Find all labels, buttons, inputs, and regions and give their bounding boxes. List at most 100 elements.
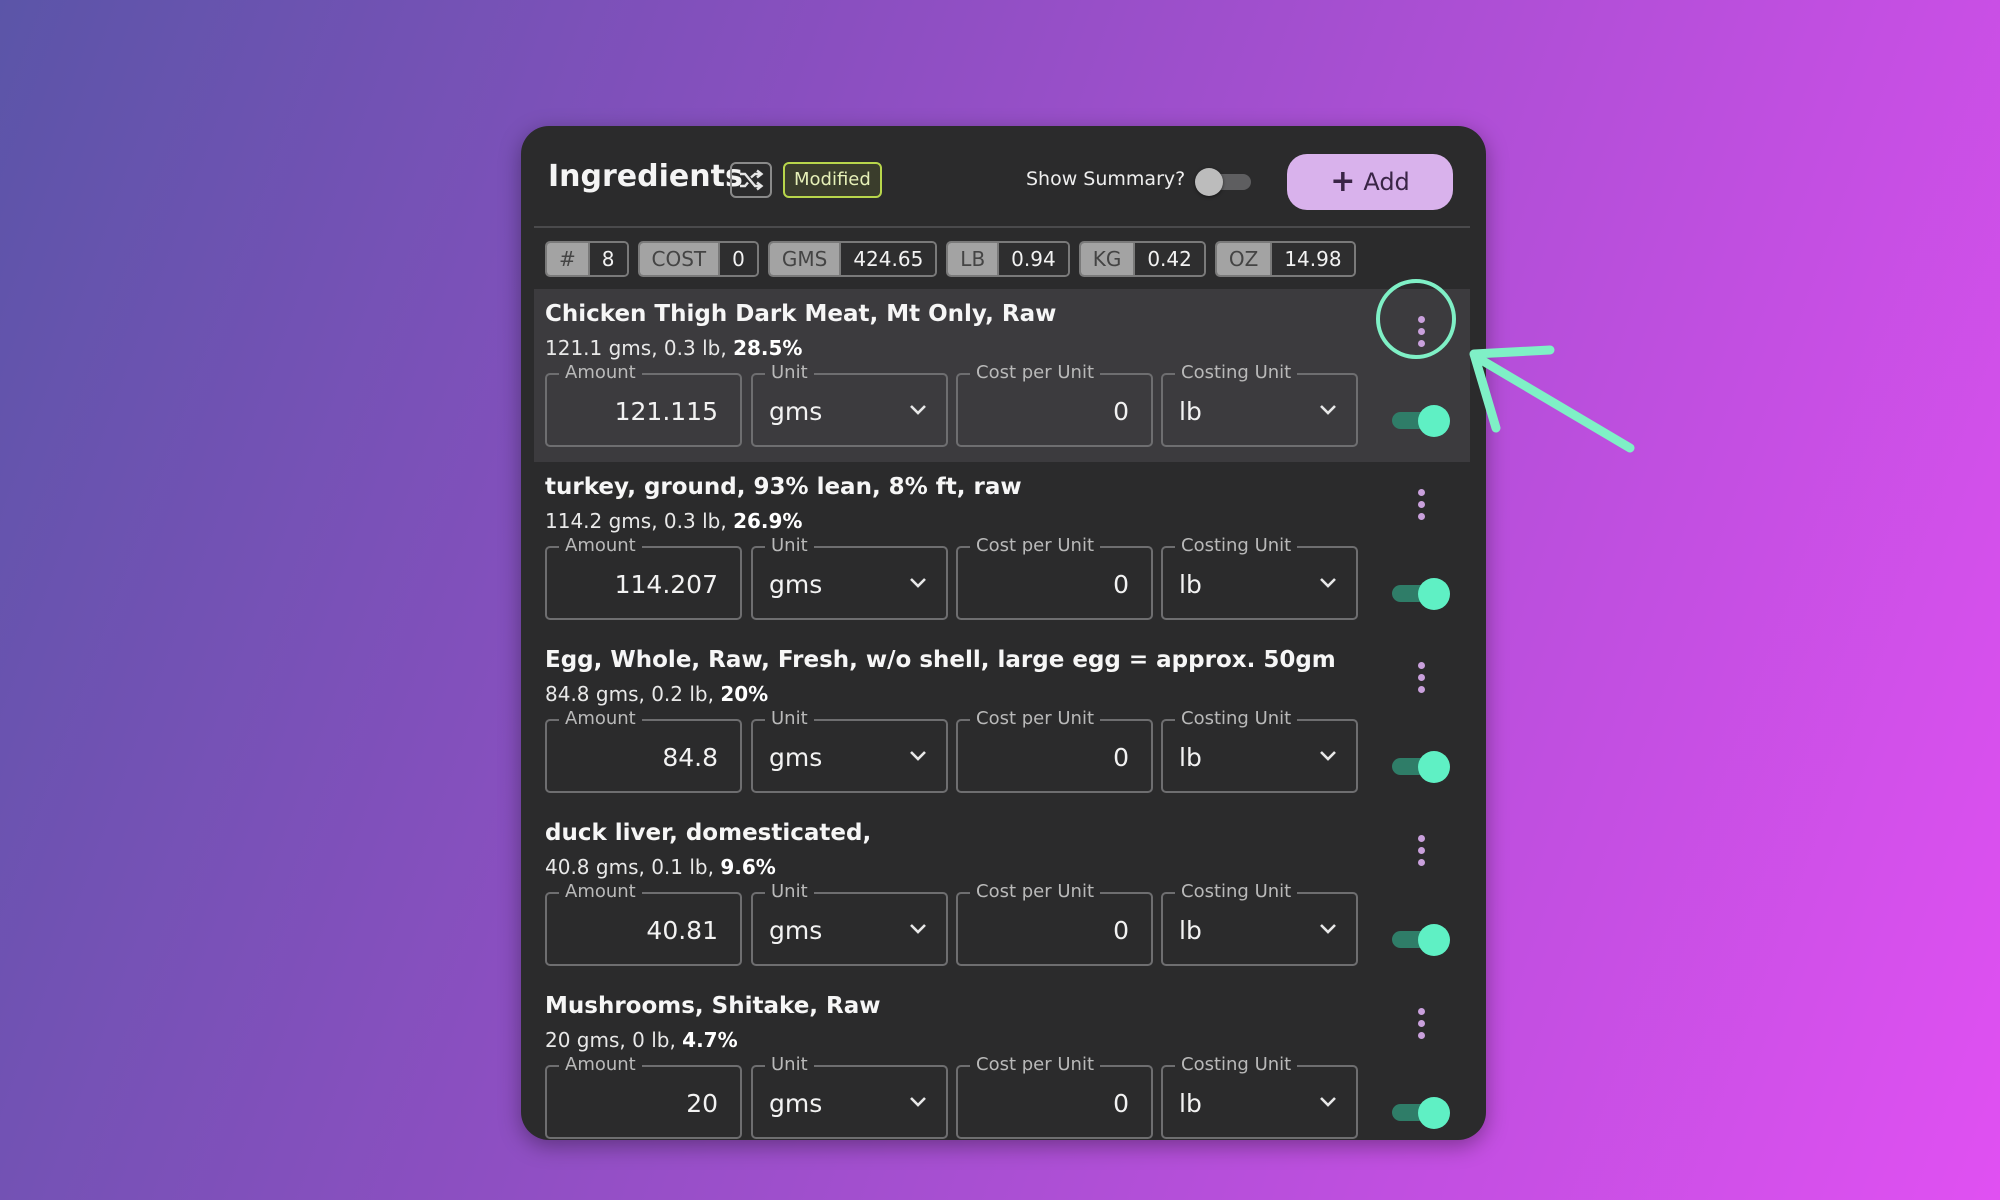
more-options-icon[interactable] [1412, 482, 1430, 526]
stat-cost: COST 0 [637, 241, 759, 277]
ingredient-row: Mushrooms, Shitake, Raw 20 gms, 0 lb, 4.… [534, 981, 1470, 1140]
cost-value: 0 [1113, 397, 1129, 426]
cost-per-unit-field[interactable]: Cost per Unit 0 [956, 881, 1153, 966]
costing-unit-select[interactable]: Costing Unit lb [1161, 1054, 1358, 1139]
unit-value: gms [769, 743, 823, 772]
ingredient-name: Mushrooms, Shitake, Raw [545, 993, 881, 1019]
ingredient-row: turkey, ground, 93% lean, 8% ft, raw 114… [534, 462, 1470, 635]
stat-lb: LB 0.94 [946, 241, 1070, 277]
costing-unit-select[interactable]: Costing Unit lb [1161, 362, 1358, 447]
amount-field[interactable]: Amount 84.8 [545, 708, 742, 793]
cost-per-unit-field[interactable]: Cost per Unit 0 [956, 362, 1153, 447]
ingredient-weights: 40.8 gms, 0.1 lb, [545, 855, 714, 879]
ingredient-percent: 26.9% [733, 509, 803, 533]
costing-unit-select[interactable]: Costing Unit lb [1161, 708, 1358, 793]
ingredient-list: Chicken Thigh Dark Meat, Mt Only, Raw 12… [534, 279, 1470, 1140]
chevron-down-icon [1320, 578, 1336, 588]
ingredient-percent: 20% [720, 682, 769, 706]
unit-value: gms [769, 916, 823, 945]
cost-per-unit-field[interactable]: Cost per Unit 0 [956, 708, 1153, 793]
add-button[interactable]: + Add [1287, 154, 1453, 210]
costing-unit-value: lb [1179, 743, 1202, 772]
stats-bar: # 8 COST 0 GMS 424.65 LB 0.94 KG 0.42 OZ… [545, 241, 1356, 277]
cost-label: Cost per Unit [970, 362, 1101, 384]
toggle-knob [1418, 751, 1450, 783]
ingredient-weights: 121.1 gms, 0.3 lb, [545, 336, 727, 360]
unit-select[interactable]: Unit gms [751, 708, 948, 793]
costing-unit-label: Costing Unit [1175, 362, 1298, 384]
stat-key: # [547, 243, 588, 275]
costing-unit-select[interactable]: Costing Unit lb [1161, 535, 1358, 620]
ingredient-summary: 84.8 gms, 0.2 lb, 20% [545, 682, 768, 706]
chevron-down-icon [910, 1097, 926, 1107]
page-title: Ingredients [548, 159, 743, 194]
amount-value: 40.81 [646, 916, 718, 945]
unit-label: Unit [765, 535, 814, 557]
amount-field[interactable]: Amount 114.207 [545, 535, 742, 620]
toggle-knob [1418, 1097, 1450, 1129]
unit-value: gms [769, 397, 823, 426]
ingredient-enabled-toggle[interactable] [1392, 922, 1452, 956]
amount-value: 20 [686, 1089, 718, 1118]
unit-select[interactable]: Unit gms [751, 362, 948, 447]
unit-select[interactable]: Unit gms [751, 535, 948, 620]
stat-key: KG [1080, 243, 1134, 275]
add-button-label: Add [1363, 168, 1410, 196]
ingredient-weights: 84.8 gms, 0.2 lb, [545, 682, 714, 706]
ingredients-panel: Ingredients Modified Show Summary? + Add… [521, 126, 1486, 1140]
show-summary-toggle[interactable] [1195, 168, 1251, 196]
chevron-down-icon [910, 751, 926, 761]
ingredient-enabled-toggle[interactable] [1392, 576, 1452, 610]
more-options-icon[interactable] [1412, 1001, 1430, 1045]
stat-value: 424.65 [839, 243, 936, 275]
panel-header: Ingredients Modified Show Summary? + Add [521, 126, 1486, 226]
ingredient-enabled-toggle[interactable] [1392, 749, 1452, 783]
stat-key: COST [639, 243, 719, 275]
costing-unit-value: lb [1179, 916, 1202, 945]
stat-key: LB [948, 243, 998, 275]
stat-oz: OZ 14.98 [1214, 241, 1356, 277]
unit-label: Unit [765, 1054, 814, 1076]
amount-field[interactable]: Amount 20 [545, 1054, 742, 1139]
stat-gms: GMS 424.65 [767, 241, 938, 277]
ingredient-summary: 121.1 gms, 0.3 lb, 28.5% [545, 336, 802, 360]
shuffle-button[interactable] [730, 162, 772, 198]
more-options-icon[interactable] [1412, 828, 1430, 872]
pointer-arrow-icon [1469, 345, 1635, 453]
stat-key: OZ [1216, 243, 1271, 275]
unit-label: Unit [765, 362, 814, 384]
plus-icon: + [1330, 164, 1356, 199]
show-summary-label: Show Summary? [1026, 168, 1186, 190]
chevron-down-icon [1320, 1097, 1336, 1107]
amount-field[interactable]: Amount 121.115 [545, 362, 742, 447]
costing-unit-value: lb [1179, 397, 1202, 426]
cost-value: 0 [1113, 916, 1129, 945]
cost-value: 0 [1113, 1089, 1129, 1118]
unit-value: gms [769, 570, 823, 599]
ingredient-enabled-toggle[interactable] [1392, 1095, 1452, 1129]
more-options-icon[interactable] [1412, 309, 1430, 353]
ingredient-name: Egg, Whole, Raw, Fresh, w/o shell, large… [545, 647, 1336, 673]
chevron-down-icon [910, 405, 926, 415]
modified-badge: Modified [783, 162, 882, 198]
stat-value: 0.94 [997, 243, 1068, 275]
amount-label: Amount [559, 881, 642, 903]
costing-unit-label: Costing Unit [1175, 1054, 1298, 1076]
more-options-icon[interactable] [1412, 655, 1430, 699]
ingredient-name: Chicken Thigh Dark Meat, Mt Only, Raw [545, 301, 1057, 327]
cost-per-unit-field[interactable]: Cost per Unit 0 [956, 1054, 1153, 1139]
unit-select[interactable]: Unit gms [751, 881, 948, 966]
amount-label: Amount [559, 1054, 642, 1076]
amount-field[interactable]: Amount 40.81 [545, 881, 742, 966]
stat-kg: KG 0.42 [1078, 241, 1206, 277]
amount-label: Amount [559, 362, 642, 384]
ingredient-percent: 9.6% [720, 855, 776, 879]
cost-per-unit-field[interactable]: Cost per Unit 0 [956, 535, 1153, 620]
unit-select[interactable]: Unit gms [751, 1054, 948, 1139]
ingredient-summary: 20 gms, 0 lb, 4.7% [545, 1028, 738, 1052]
stat-value: 8 [587, 243, 627, 275]
stat-count: # 8 [545, 241, 629, 277]
costing-unit-select[interactable]: Costing Unit lb [1161, 881, 1358, 966]
ingredient-enabled-toggle[interactable] [1392, 403, 1452, 437]
amount-value: 84.8 [662, 743, 718, 772]
